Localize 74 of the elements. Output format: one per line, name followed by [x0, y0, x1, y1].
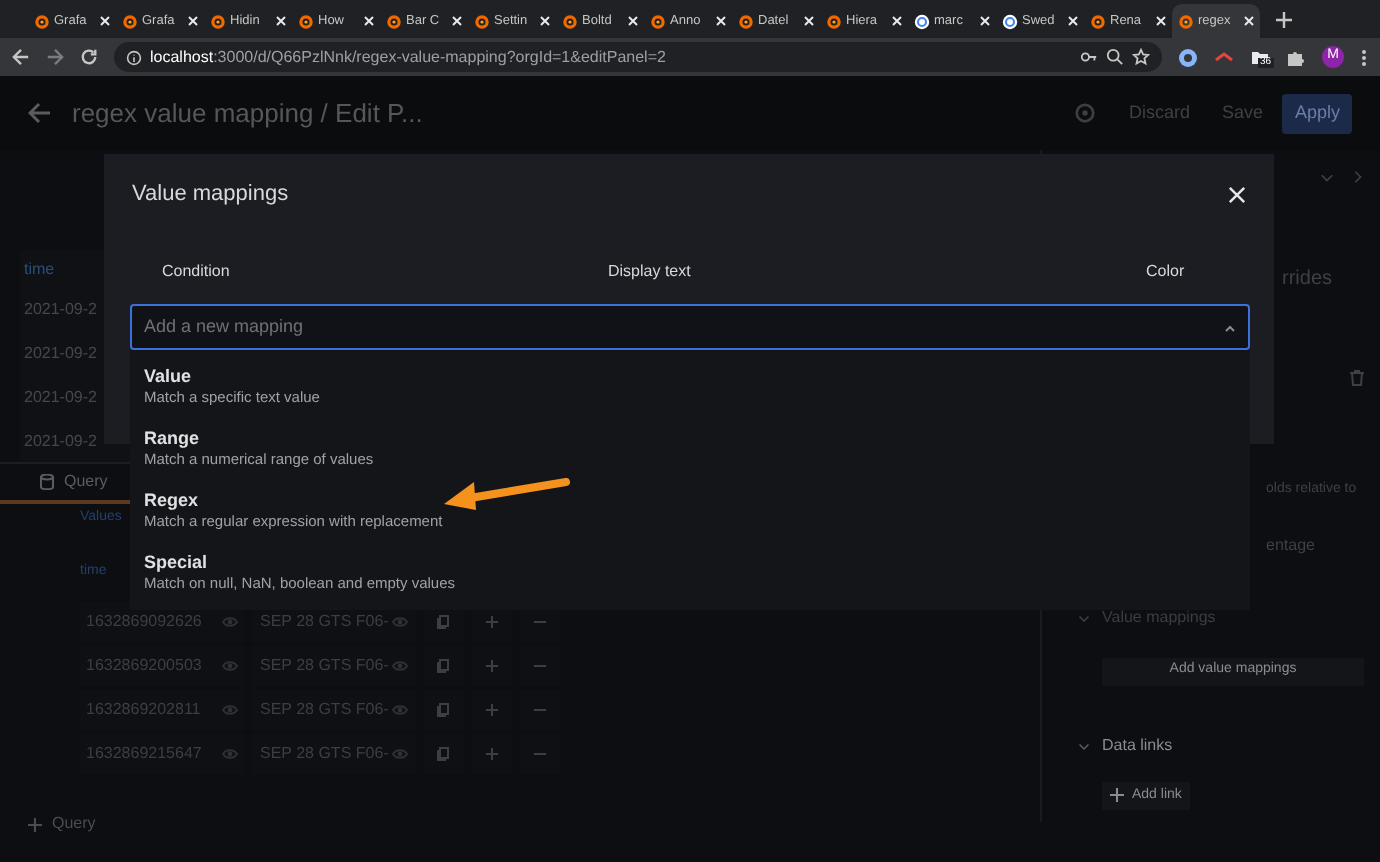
plus-icon	[1110, 788, 1124, 803]
copy-icon	[436, 658, 452, 674]
back-arrow-icon[interactable]	[28, 102, 52, 124]
close-icon[interactable]	[100, 16, 110, 26]
reload-icon[interactable]	[80, 48, 98, 66]
close-icon[interactable]	[364, 16, 374, 26]
g-logo-icon	[1002, 13, 1018, 29]
back-icon[interactable]	[12, 48, 30, 66]
eye-icon	[392, 614, 408, 630]
plus-icon	[484, 702, 500, 718]
menu-icon[interactable]	[1360, 47, 1368, 67]
close-icon[interactable]	[804, 16, 814, 26]
plus-icon	[484, 614, 500, 630]
swirl-logo-icon	[474, 13, 490, 29]
key-icon[interactable]	[1080, 48, 1098, 66]
copy-icon	[436, 614, 452, 630]
new-tab-icon[interactable]	[1276, 12, 1292, 28]
eye-icon	[222, 614, 238, 630]
modal-title: Value mappings	[132, 180, 289, 210]
eye-icon	[392, 746, 408, 762]
eye-icon	[222, 702, 238, 718]
url-host: localhost	[150, 47, 214, 65]
close-icon[interactable]	[1244, 16, 1254, 26]
close-icon[interactable]	[1068, 16, 1078, 26]
eye-icon	[392, 702, 408, 718]
swirl-logo-icon	[1090, 13, 1106, 29]
plus-icon	[484, 746, 500, 762]
eye-icon	[222, 658, 238, 674]
eye-icon	[222, 746, 238, 762]
plus-icon	[484, 658, 500, 674]
header-button[interactable]: Apply	[1282, 93, 1352, 133]
close-icon[interactable]	[892, 16, 902, 26]
url-path: :3000/d/Q66PzlNnk/regex-value-mapping?orgId=1&editPanel=2	[213, 47, 666, 65]
swirl-logo-icon	[826, 13, 842, 29]
close-icon[interactable]	[628, 16, 638, 26]
swirl-logo-icon	[386, 13, 402, 29]
swirl-logo-icon	[210, 13, 226, 29]
close-icon[interactable]	[188, 16, 198, 26]
section-heading[interactable]: Data links	[1102, 733, 1173, 757]
copy-icon	[436, 702, 452, 718]
swirl-logo-icon	[738, 13, 754, 29]
arrow-drawing	[442, 474, 570, 512]
dashboard-title: regex value mapping / Edit P...	[72, 95, 423, 132]
chevron-down-icon[interactable]	[1078, 739, 1090, 751]
address-bar[interactable]: localhost:3000/d/Q66PzlNnk/regex-value-mapping?orgId=1&editPanel=2	[114, 42, 1162, 72]
column-header: time	[22, 258, 57, 282]
close-icon[interactable]	[980, 16, 990, 26]
swirl-logo-icon	[650, 13, 666, 29]
plus-icon	[28, 817, 42, 831]
caret-up-icon	[1224, 323, 1236, 331]
swirl-logo-icon	[562, 13, 578, 29]
info-icon	[126, 49, 142, 65]
close-icon[interactable]	[276, 16, 286, 26]
swirl-logo-icon	[122, 13, 138, 29]
close-icon[interactable]	[540, 16, 550, 26]
column-header: Display text	[608, 259, 693, 283]
close-icon[interactable]	[452, 16, 462, 26]
close-icon[interactable]	[1156, 16, 1166, 26]
eye-icon	[392, 658, 408, 674]
close-icon[interactable]	[1228, 185, 1246, 204]
swirl-logo-icon	[298, 13, 314, 29]
mapping-select[interactable]: Add a new mapping	[130, 304, 1250, 350]
swirl-logo-icon	[34, 13, 50, 29]
database-icon	[40, 474, 54, 490]
forward-icon[interactable]	[46, 48, 64, 66]
puzzle-icon[interactable]	[1286, 47, 1306, 67]
column-header: Color	[1146, 259, 1187, 283]
g-logo-icon	[914, 13, 930, 29]
zoom-icon[interactable]	[1106, 48, 1124, 66]
star-icon[interactable]	[1132, 48, 1150, 66]
swirl-logo-icon	[1178, 13, 1194, 29]
column-header: Condition	[160, 259, 232, 283]
copy-icon	[436, 746, 452, 762]
close-icon[interactable]	[716, 16, 726, 26]
